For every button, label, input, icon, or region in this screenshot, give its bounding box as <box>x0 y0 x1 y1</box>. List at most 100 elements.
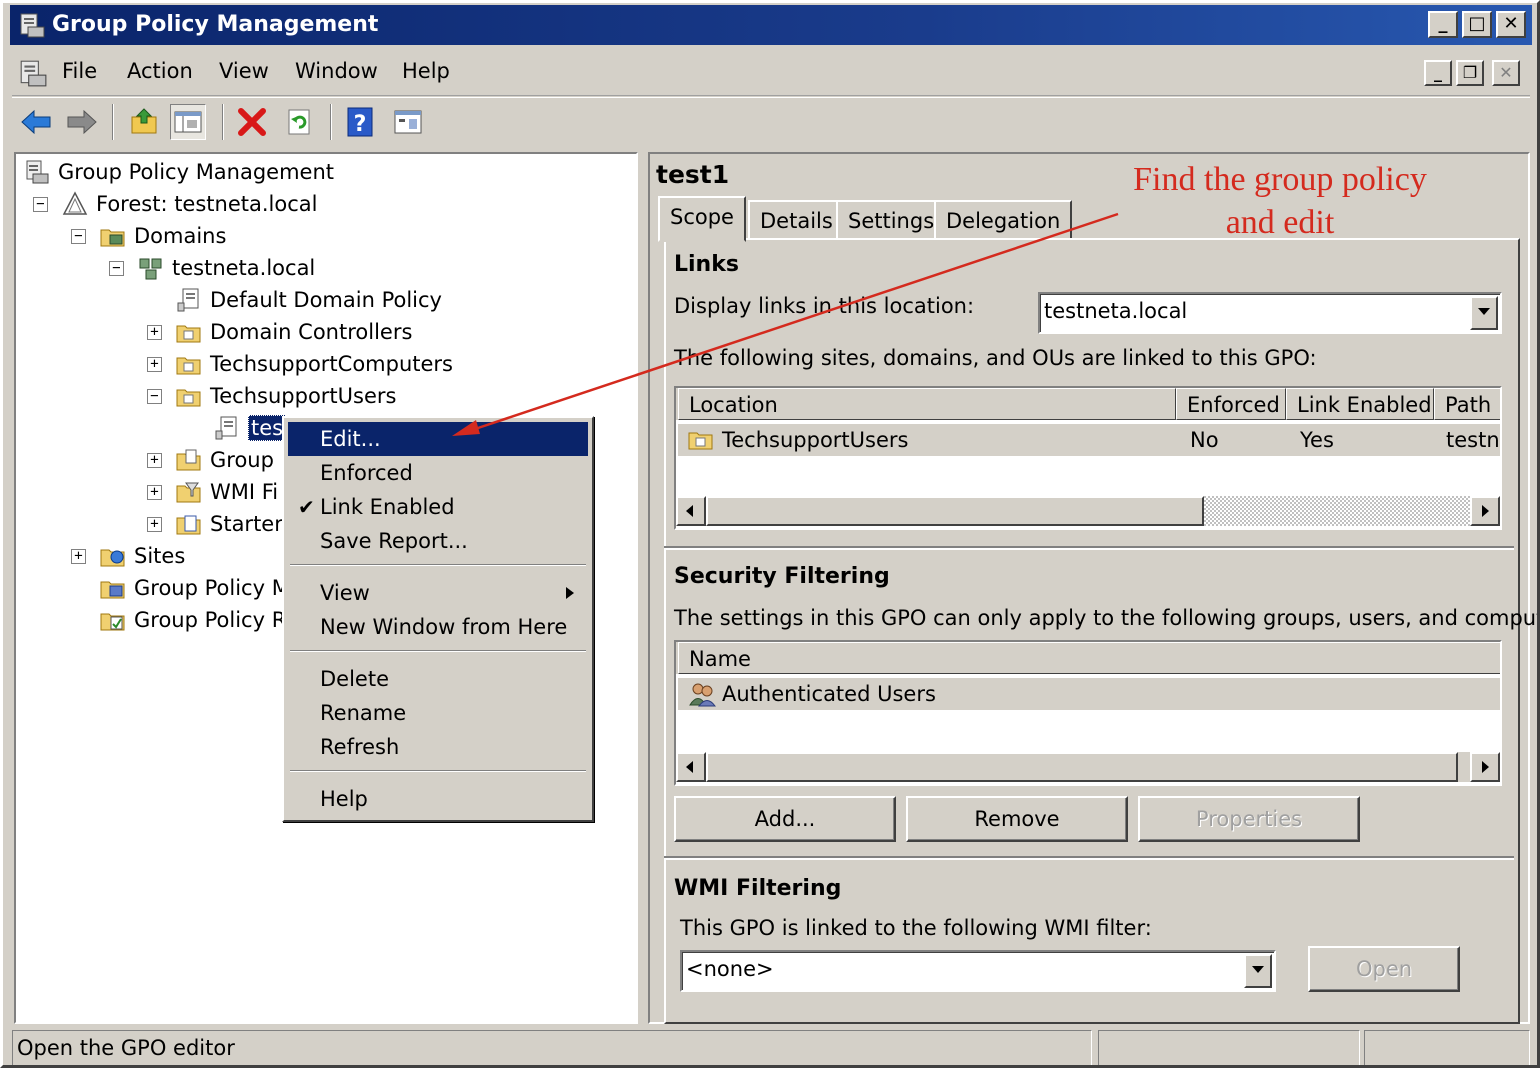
scroll-thumb[interactable] <box>706 752 1458 782</box>
menu-action[interactable]: Action <box>127 59 193 83</box>
context-menu-rename[interactable]: Rename <box>288 696 588 730</box>
menu-file[interactable]: File <box>62 59 97 83</box>
context-menu-enforced[interactable]: Enforced <box>288 456 588 490</box>
forward-arrow-icon <box>67 109 97 135</box>
context-menu-edit[interactable]: Edit... <box>288 422 588 456</box>
context-menu-delete[interactable]: Delete <box>288 662 588 696</box>
modeling-icon <box>100 581 125 599</box>
tree-node-test1-link[interactable]: tes <box>214 413 287 443</box>
tab-delegation[interactable]: Delegation <box>934 200 1073 240</box>
tree-node-testneta-local[interactable]: testneta.local <box>138 253 315 283</box>
column-link-enabled[interactable]: Link Enabled <box>1286 388 1434 420</box>
help-button[interactable]: ? <box>342 104 378 140</box>
checkmark-icon: ✔ <box>298 495 315 519</box>
tree-expander[interactable]: + <box>71 549 86 564</box>
delete-button[interactable] <box>234 104 270 140</box>
scroll-left-button[interactable] <box>676 496 706 526</box>
refresh-button[interactable] <box>282 104 318 140</box>
tab-details[interactable]: Details <box>748 200 845 240</box>
minimize-button[interactable]: _ <box>1428 11 1458 38</box>
tree-expander[interactable]: + <box>147 485 162 500</box>
tree-expander[interactable]: + <box>147 453 162 468</box>
links-location-combo[interactable]: testneta.local <box>1038 292 1502 334</box>
context-menu-new-window[interactable]: New Window from Here <box>288 610 588 644</box>
annotation-callout: Find the group policy and edit <box>1090 158 1470 244</box>
context-menu-help[interactable]: Help <box>288 782 588 816</box>
tree-node-sites[interactable]: Sites <box>100 541 185 571</box>
links-heading: Links <box>674 252 739 277</box>
tree-node-gpm-root[interactable]: Group Policy Management <box>24 157 334 187</box>
forest-icon <box>62 191 88 215</box>
column-path[interactable]: Path <box>1434 388 1500 420</box>
back-button[interactable] <box>18 104 54 140</box>
context-menu-refresh[interactable]: Refresh <box>288 730 588 764</box>
domains-folder-icon <box>100 229 125 247</box>
close-button[interactable]: ✕ <box>1496 11 1526 38</box>
security-list[interactable]: Name Authenticated Users <box>674 640 1502 786</box>
menu-window[interactable]: Window <box>295 59 378 83</box>
scroll-left-button[interactable] <box>676 752 706 782</box>
scroll-right-button[interactable] <box>1470 752 1500 782</box>
scroll-right-button[interactable] <box>1470 496 1500 526</box>
tree-node-domains[interactable]: Domains <box>100 221 226 251</box>
mdi-close-button[interactable]: ✕ <box>1492 60 1520 86</box>
dropdown-arrow-icon[interactable] <box>1470 296 1498 330</box>
context-menu-save-report[interactable]: Save Report... <box>288 524 588 558</box>
tree-expander[interactable]: − <box>109 261 124 276</box>
table-row[interactable]: Authenticated Users <box>678 678 1500 710</box>
mdi-minimize-button[interactable]: _ <box>1424 60 1452 86</box>
mdi-restore-button[interactable]: ❐ <box>1456 60 1484 86</box>
menu-view[interactable]: View <box>219 59 269 83</box>
column-enforced[interactable]: Enforced <box>1176 388 1286 420</box>
tree-node-techsupport-users[interactable]: TechsupportUsers <box>176 381 396 411</box>
wmi-filter-combo[interactable]: <none> <box>680 950 1276 992</box>
tree-node-default-domain-policy[interactable]: Default Domain Policy <box>176 285 442 315</box>
column-name[interactable]: Name <box>678 642 1500 674</box>
add-button[interactable]: Add... <box>674 796 896 842</box>
tree-node-group-policy-objects[interactable]: Group <box>176 445 274 475</box>
tree-node-forest[interactable]: Forest: testneta.local <box>62 189 317 219</box>
dropdown-arrow-icon[interactable] <box>1244 954 1272 988</box>
tree-node-wmi-filters[interactable]: WMI Fi <box>176 477 278 507</box>
tree-expander[interactable]: + <box>147 325 162 340</box>
menu-help[interactable]: Help <box>402 59 450 83</box>
wmi-description: This GPO is linked to the following WMI … <box>680 916 1152 940</box>
tab-settings[interactable]: Settings <box>836 200 947 240</box>
svg-text:?: ? <box>354 112 367 137</box>
tree-expander[interactable]: − <box>33 197 48 212</box>
forward-button[interactable] <box>64 104 100 140</box>
annotation-line-1: Find the group policy <box>1133 161 1427 198</box>
tree-node-techsupport-computers[interactable]: TechsupportComputers <box>176 349 453 379</box>
annotation-line-2: and edit <box>1225 204 1335 241</box>
context-menu-view[interactable]: View <box>288 576 588 610</box>
tree-expander[interactable]: − <box>147 389 162 404</box>
tree-expander[interactable]: + <box>147 517 162 532</box>
tree-node-domain-controllers[interactable]: Domain Controllers <box>176 317 412 347</box>
links-list[interactable]: Location Enforced Link Enabled Path Tech… <box>674 386 1502 530</box>
ou-folder-icon <box>176 389 201 407</box>
maximize-button[interactable]: □ <box>1462 11 1492 38</box>
show-hide-console-tree-button[interactable] <box>170 104 206 140</box>
tree-node-gp-results[interactable]: Group Policy Re <box>100 605 298 635</box>
tab-scope[interactable]: Scope <box>658 196 746 242</box>
cell-path: testne <box>1446 428 1500 452</box>
scroll-thumb[interactable] <box>706 496 1204 526</box>
context-menu-link-enabled[interactable]: ✔ Link Enabled <box>288 490 588 524</box>
table-row[interactable]: TechsupportUsers No Yes testne <box>678 424 1500 456</box>
tree-expander[interactable]: + <box>147 357 162 372</box>
open-button[interactable]: Open <box>1308 946 1460 992</box>
links-hscrollbar[interactable] <box>676 496 1500 526</box>
security-hscrollbar[interactable] <box>676 752 1500 782</box>
up-one-level-button[interactable] <box>126 104 162 140</box>
title-bar[interactable]: Group Policy Management _ □ ✕ <box>10 5 1532 45</box>
tree-node-starter-gpos[interactable]: Starter <box>176 509 283 539</box>
column-location[interactable]: Location <box>678 388 1176 420</box>
tree-expander[interactable]: − <box>71 229 86 244</box>
export-list-button[interactable] <box>390 104 426 140</box>
remove-button[interactable]: Remove <box>906 796 1128 842</box>
properties-button[interactable]: Properties <box>1138 796 1360 842</box>
tree-node-gp-modeling[interactable]: Group Policy M <box>100 573 290 603</box>
ou-folder-icon <box>176 357 201 375</box>
status-panel-2 <box>1098 1030 1360 1066</box>
mmc-doc-icon <box>20 60 47 87</box>
